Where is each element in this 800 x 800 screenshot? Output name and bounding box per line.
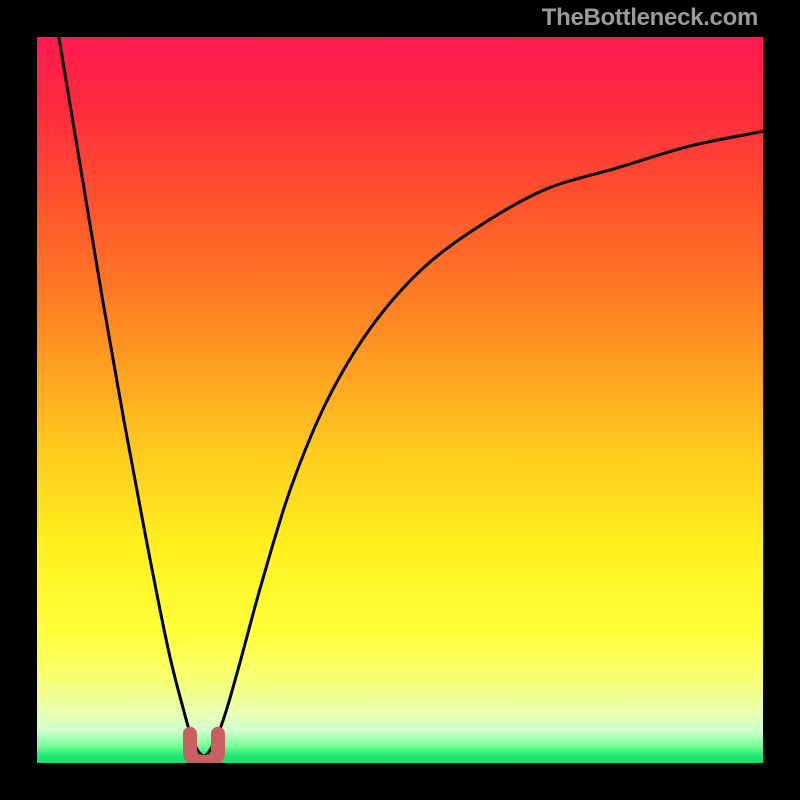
bottleneck-chart	[37, 37, 763, 763]
watermark-text: TheBottleneck.com	[542, 4, 758, 32]
chart-frame: TheBottleneck.com	[0, 0, 800, 800]
plot-area	[37, 37, 763, 763]
heat-gradient-background	[37, 37, 763, 763]
